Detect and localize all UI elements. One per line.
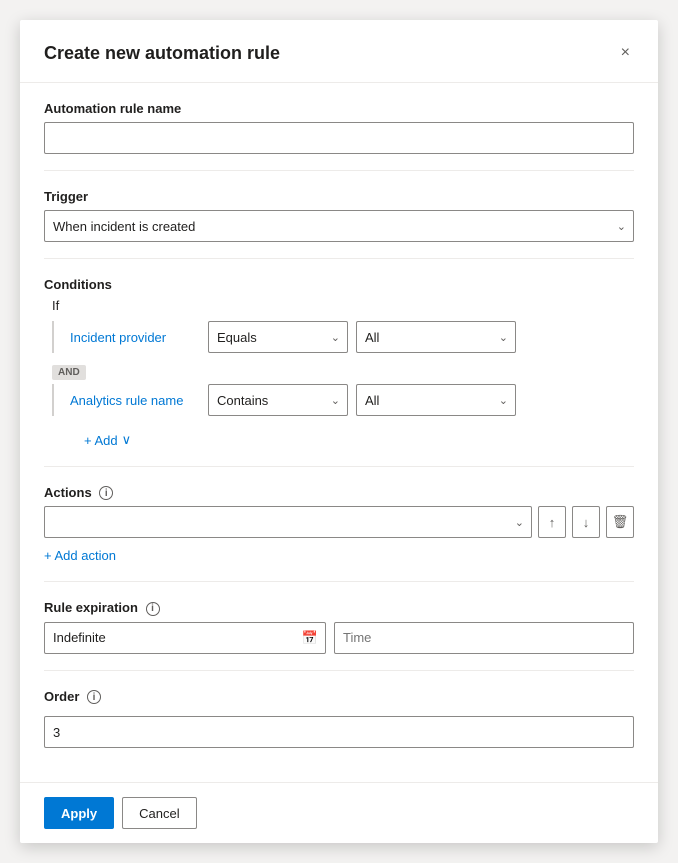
condition-operator-wrapper-2: Contains Equals Not equals ⌄ — [208, 384, 348, 416]
dialog-title: Create new automation rule — [44, 43, 280, 64]
conditions-inner: If Incident provider Equals Not equals C… — [44, 298, 634, 450]
close-button[interactable]: × — [617, 40, 634, 66]
condition-operator-wrapper-1: Equals Not equals Contains ⌄ — [208, 321, 348, 353]
condition-value-select-2[interactable]: All Custom — [356, 384, 516, 416]
condition-operator-select-2[interactable]: Contains Equals Not equals — [208, 384, 348, 416]
condition-operator-select-1[interactable]: Equals Not equals Contains — [208, 321, 348, 353]
expiration-date-wrapper: 📅 — [44, 622, 326, 654]
trigger-section: Trigger When incident is created When in… — [44, 171, 634, 259]
automation-rule-name-label: Automation rule name — [44, 101, 634, 116]
actions-section: Actions i ⌄ ↑ ↓ 🗑 — [44, 467, 634, 583]
automation-rule-name-input[interactable] — [44, 122, 634, 154]
move-up-button[interactable]: ↑ — [538, 506, 566, 538]
expiration-time-input[interactable] — [334, 622, 634, 654]
cancel-button[interactable]: Cancel — [122, 797, 196, 829]
dialog-header: Create new automation rule × — [20, 20, 658, 83]
rule-expiration-section: Rule expiration i 📅 — [44, 582, 634, 671]
rule-expiration-label: Rule expiration i — [44, 600, 634, 616]
automation-rule-name-section: Automation rule name — [44, 83, 634, 171]
trigger-select-wrapper: When incident is created When incident i… — [44, 210, 634, 242]
move-down-icon: ↓ — [583, 515, 590, 530]
add-action-button[interactable]: + Add action — [44, 548, 116, 563]
condition-value-wrapper-1: All Azure Sentinel Microsoft Defender ⌄ — [356, 321, 516, 353]
actions-row: ⌄ ↑ ↓ 🗑 — [44, 506, 634, 538]
order-section: Order i — [44, 671, 634, 765]
dialog-body: Automation rule name Trigger When incide… — [20, 83, 658, 782]
expiration-row: 📅 — [44, 622, 634, 654]
condition-value-wrapper-2: All Custom ⌄ — [356, 384, 516, 416]
trigger-label: Trigger — [44, 189, 634, 204]
add-condition-chevron: ∨ — [122, 432, 132, 448]
actions-select-wrapper: ⌄ — [44, 506, 532, 538]
expiration-date-input[interactable] — [44, 622, 326, 654]
trigger-select[interactable]: When incident is created When incident i… — [44, 210, 634, 242]
delete-icon: 🗑 — [612, 514, 629, 530]
if-label: If — [52, 298, 634, 313]
actions-select[interactable] — [44, 506, 532, 538]
delete-action-button[interactable]: 🗑 — [606, 506, 634, 538]
condition-value-select-1[interactable]: All Azure Sentinel Microsoft Defender — [356, 321, 516, 353]
create-automation-rule-dialog: Create new automation rule × Automation … — [20, 20, 658, 843]
dialog-footer: Apply Cancel — [20, 782, 658, 843]
condition-field-name-1: Incident provider — [70, 330, 200, 345]
move-up-icon: ↑ — [549, 515, 556, 530]
order-info-icon: i — [87, 690, 101, 704]
apply-button[interactable]: Apply — [44, 797, 114, 829]
add-action-label: + Add action — [44, 548, 116, 563]
actions-label: Actions i — [44, 485, 634, 501]
actions-info-icon: i — [99, 486, 113, 500]
conditions-label: Conditions — [44, 277, 634, 292]
add-condition-label: + Add — [84, 433, 118, 448]
add-condition-wrapper: + Add ∨ — [68, 424, 634, 450]
rule-expiration-info-icon: i — [146, 602, 160, 616]
add-condition-button[interactable]: + Add ∨ — [84, 432, 131, 448]
condition-field-name-2: Analytics rule name — [70, 393, 200, 408]
condition-row-1: Incident provider Equals Not equals Cont… — [52, 321, 634, 353]
conditions-section: Conditions If Incident provider Equals N… — [44, 259, 634, 467]
and-badge: AND — [52, 365, 86, 380]
order-label: Order i — [44, 689, 634, 705]
condition-row-2: Analytics rule name Contains Equals Not … — [52, 384, 634, 416]
order-input[interactable] — [44, 716, 634, 748]
move-down-button[interactable]: ↓ — [572, 506, 600, 538]
